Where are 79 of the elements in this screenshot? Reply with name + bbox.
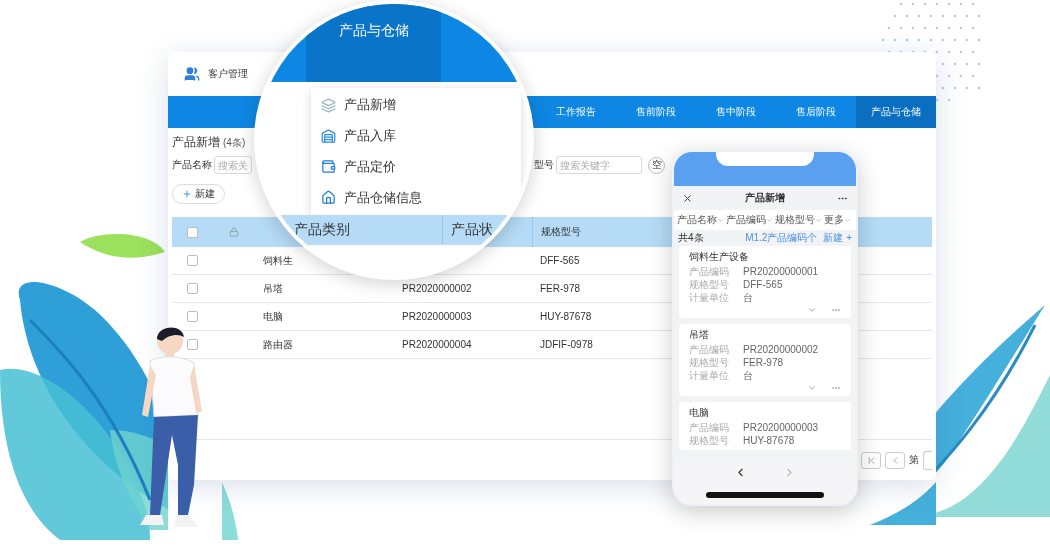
table-cell: PR2020000004: [402, 339, 472, 350]
field-value: 台: [743, 370, 753, 382]
product-card[interactable]: 吊塔 产品编码 PR20200000002 规格型号 FER-978 计量单位 台: [679, 324, 851, 396]
table-cell: DFF-565: [540, 255, 580, 266]
previous-page-button[interactable]: [885, 451, 905, 469]
field-label: 产品编码: [689, 344, 729, 356]
wallet-icon: [321, 159, 336, 175]
card-title: 吊塔: [689, 329, 710, 341]
field-label: 计量单位: [689, 370, 729, 382]
field-value: PR20200000001: [743, 266, 819, 278]
checkbox[interactable]: [186, 283, 198, 294]
caret-icon: [766, 216, 773, 224]
chevron-down-icon[interactable]: [807, 383, 817, 393]
nav-tab[interactable]: 售中阶段: [696, 96, 776, 128]
field-value: PR20200000002: [743, 344, 819, 356]
new-button[interactable]: 新建: [172, 184, 225, 204]
card-title: 电脑: [689, 407, 710, 419]
nav-tab[interactable]: 产品与仓储: [306, 4, 441, 82]
table-cell: JDFIF-0978: [540, 339, 593, 350]
field-label: 计量单位: [689, 292, 729, 304]
house-icon: [321, 190, 336, 206]
record-count: (4条): [223, 136, 246, 150]
checkbox[interactable]: [186, 311, 198, 322]
table-cell: 吊塔: [263, 281, 283, 296]
nav-tab[interactable]: 售后阶段: [776, 96, 856, 128]
caret-icon: [844, 216, 851, 224]
table-cell: FER-978: [540, 283, 580, 294]
menu-item[interactable]: 产品入库: [311, 123, 521, 150]
checkbox[interactable]: [186, 339, 198, 350]
table-cell: 路由器: [263, 337, 293, 352]
checkbox[interactable]: [186, 255, 198, 266]
filter-label: 型号: [534, 158, 554, 172]
leaf-drawing: [222, 482, 240, 540]
field-label: 规格型号: [689, 435, 729, 447]
layers-icon: [321, 97, 336, 113]
field-value: DFF-565: [743, 279, 783, 291]
column-header[interactable]: 产品状: [442, 215, 530, 245]
clear-button[interactable]: 空: [648, 156, 665, 174]
menu-item[interactable]: 产品新增: [311, 92, 521, 119]
plus-icon: [182, 189, 192, 199]
app-title: 客户管理: [208, 67, 248, 81]
record-count: 共4条: [678, 231, 704, 245]
users-icon: [184, 66, 200, 82]
nav-tab[interactable]: 售前阶段: [616, 96, 696, 128]
card-title: 饲料生产设备: [689, 251, 750, 263]
menu-item[interactable]: 产品定价: [311, 153, 521, 180]
menu-item[interactable]: 产品仓储信息: [311, 184, 521, 211]
warehouse-icon: [321, 128, 336, 144]
nav-tab[interactable]: 工作报告: [536, 96, 616, 128]
product-card[interactable]: 电脑 产品编码 PR20200000003 规格型号 HUY-87678: [679, 402, 851, 450]
field-label: 产品编码: [689, 422, 729, 434]
page-input[interactable]: [923, 450, 932, 470]
search-field[interactable]: 搜索关键字: [556, 156, 642, 174]
chevron-down-icon[interactable]: [807, 305, 817, 315]
table-cell: PR2020000003: [402, 311, 472, 322]
field-value: HUY-87678: [743, 435, 795, 447]
field-value: 台: [743, 292, 753, 304]
caret-icon: [717, 216, 724, 224]
first-page-button[interactable]: [861, 451, 881, 469]
filter-label: 产品名称: [172, 158, 212, 172]
table-cell: HUY-87678: [540, 311, 592, 322]
table-cell: 饲料生: [263, 253, 293, 268]
search-field[interactable]: 搜索关: [214, 156, 252, 174]
field-value: PR20200000003: [743, 422, 819, 434]
product-card[interactable]: 饲料生产设备 产品编码 PR20200000001 规格型号 DFF-565 计量单位 台: [679, 246, 851, 318]
field-value: FER-978: [743, 357, 783, 369]
page-label: 第: [909, 453, 919, 467]
checkbox[interactable]: [186, 226, 198, 238]
screen-title: 产品新增: [745, 191, 785, 205]
table-cell: 电脑: [263, 309, 283, 324]
table-cell: PR2020000002: [402, 283, 472, 294]
close-icon[interactable]: [682, 192, 693, 204]
nav-tab[interactable]: 产品与仓储: [856, 96, 936, 128]
field-label: 产品编码: [689, 266, 729, 278]
caret-icon: [815, 216, 822, 224]
field-label: 规格型号: [689, 279, 729, 291]
lock-icon: [228, 227, 239, 237]
field-label: 规格型号: [689, 357, 729, 369]
page-title: 产品新增: [172, 134, 220, 151]
